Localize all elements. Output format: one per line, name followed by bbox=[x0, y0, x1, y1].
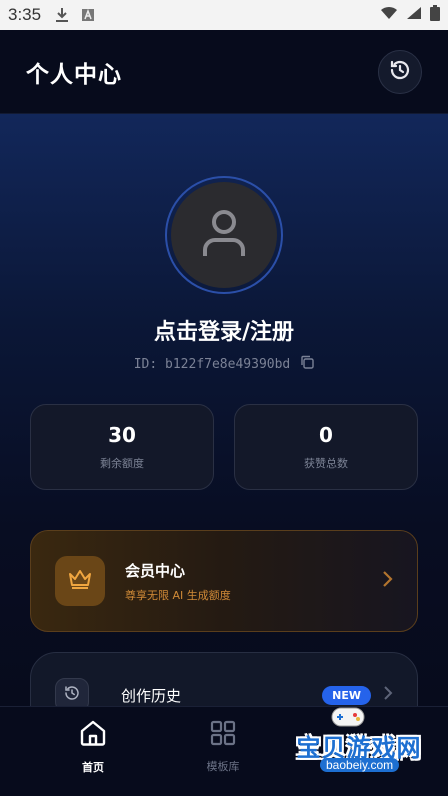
user-id-row: ID: b122f7e8e49390bd bbox=[0, 355, 448, 373]
list-item-label: 创作历史 bbox=[121, 686, 182, 705]
crown-icon-box bbox=[55, 556, 105, 606]
user-id: ID: b122f7e8e49390bd bbox=[133, 356, 291, 372]
user-icon bbox=[202, 208, 246, 262]
download-icon bbox=[55, 7, 69, 23]
status-time: 3:35 bbox=[8, 5, 42, 24]
watermark: 宝贝游戏网 baobeiy.com bbox=[274, 700, 444, 792]
stat-total-likes[interactable]: 0 获赞总数 bbox=[234, 404, 418, 490]
wifi-icon bbox=[380, 5, 398, 25]
history-icon bbox=[63, 684, 81, 706]
nav-label: 模板库 bbox=[206, 759, 240, 773]
home-icon bbox=[79, 719, 107, 751]
stat-remaining-quota[interactable]: 30 剩余额度 bbox=[30, 404, 214, 490]
history-icon bbox=[388, 58, 412, 86]
vip-title: 会员中心 bbox=[125, 561, 186, 580]
stat-value: 30 bbox=[108, 423, 136, 447]
menu-list-card: 创作历史 NEW bbox=[30, 652, 418, 706]
login-register-link[interactable]: 点击登录/注册 bbox=[0, 314, 448, 346]
chevron-right-icon bbox=[381, 570, 393, 592]
vip-subtitle: 尊享无限 AI 生成额度 bbox=[125, 588, 231, 602]
stat-label: 获赞总数 bbox=[304, 457, 348, 470]
app-notification-icon bbox=[81, 8, 95, 22]
signal-icon bbox=[406, 5, 422, 25]
nav-item-template-library[interactable]: 模板库 bbox=[158, 707, 288, 796]
avatar-placeholder bbox=[171, 182, 277, 288]
history-button[interactable] bbox=[378, 49, 422, 94]
profile-content: 点击登录/注册 ID: b122f7e8e49390bd 30 剩余额度 0 获… bbox=[0, 114, 448, 706]
avatar[interactable] bbox=[165, 176, 283, 294]
copy-icon[interactable] bbox=[300, 355, 314, 373]
crown-icon bbox=[68, 569, 92, 593]
nav-item-home[interactable]: 首页 bbox=[28, 707, 158, 796]
vip-center-card[interactable]: 会员中心 尊享无限 AI 生成额度 bbox=[30, 530, 418, 632]
battery-icon bbox=[430, 4, 440, 26]
stat-value: 0 bbox=[319, 423, 333, 447]
page-title: 个人中心 bbox=[26, 61, 122, 88]
history-icon-box bbox=[55, 678, 89, 706]
gamepad-icon bbox=[330, 704, 366, 730]
watermark-url: baobeiy.com bbox=[320, 758, 400, 772]
status-bar: 3:35 bbox=[0, 0, 448, 30]
grid-icon bbox=[210, 720, 236, 750]
nav-label: 首页 bbox=[82, 760, 104, 774]
stat-label: 剩余额度 bbox=[100, 457, 144, 470]
app-header: 个人中心 bbox=[0, 30, 448, 114]
